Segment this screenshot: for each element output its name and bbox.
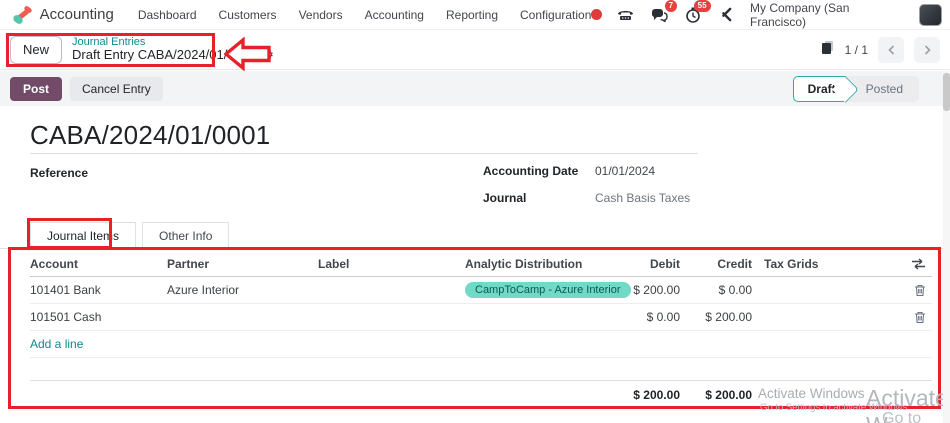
add-line-row: Add a line (30, 331, 932, 358)
cell-partner[interactable]: Azure Interior (167, 283, 318, 297)
menu-configuration[interactable]: Configuration (520, 8, 591, 22)
navbar-right: 7 55 My Company (San Francisco) (591, 0, 942, 29)
totals-row: $ 200.00 $ 200.00 (30, 381, 932, 408)
tools-icon[interactable] (717, 6, 736, 24)
messages-icon[interactable]: 7 (650, 0, 678, 24)
journal-items-table: Account Partner Label Analytic Distribut… (30, 251, 932, 408)
tab-journal-items[interactable]: Journal Items (30, 222, 137, 249)
form-button-bar: Post Cancel Entry Draft Posted (0, 71, 943, 106)
col-header-debit[interactable]: Debit (607, 257, 680, 271)
cell-debit[interactable]: $ 200.00 (607, 283, 680, 297)
table-row[interactable]: 101501 Cash $ 0.00 $ 200.00 (30, 304, 932, 331)
col-header-credit[interactable]: Credit (680, 257, 752, 271)
new-button[interactable]: New (10, 35, 63, 64)
odoo-accounting-screen: Accounting Dashboard Customers Vendors A… (0, 0, 950, 423)
activities-badge: 55 (693, 0, 711, 12)
tabs-divider (0, 248, 943, 249)
total-debit: $ 200.00 (633, 387, 680, 402)
gear-icon[interactable]: ⚙ (262, 47, 274, 63)
main-menu: Dashboard Customers Vendors Accounting R… (138, 8, 592, 22)
accounting-date-value[interactable]: 01/01/2024 (595, 164, 690, 178)
menu-reporting[interactable]: Reporting (446, 8, 498, 22)
app-name[interactable]: Accounting (40, 6, 114, 23)
add-a-line-link[interactable]: Add a line (30, 337, 167, 351)
breadcrumb-current: Draft Entry CABA/2024/01/0001 (72, 47, 257, 63)
title-divider (30, 153, 698, 154)
notebook-tabs: Journal Items Other Info (30, 222, 230, 249)
table-header-row: Account Partner Label Analytic Distribut… (30, 251, 932, 277)
cell-account[interactable]: 101501 Cash (30, 310, 167, 324)
cell-debit[interactable]: $ 0.00 (607, 310, 680, 324)
delete-row-icon[interactable] (914, 284, 926, 297)
menu-accounting[interactable]: Accounting (365, 8, 424, 22)
vertical-scrollbar[interactable] (943, 71, 950, 423)
total-credit: $ 200.00 (705, 387, 752, 402)
analytic-distribution-tag[interactable]: CampToCamp - Azure Interior (465, 282, 631, 298)
journal-value[interactable]: Cash Basis Taxes (595, 191, 690, 205)
optional-columns-icon[interactable] (911, 257, 926, 270)
status-draft[interactable]: Draft (792, 75, 846, 102)
reference-label: Reference (30, 166, 89, 180)
menu-customers[interactable]: Customers (219, 8, 277, 22)
col-header-account[interactable]: Account (30, 257, 167, 271)
col-header-label[interactable]: Label (318, 257, 465, 271)
top-navbar: Accounting Dashboard Customers Vendors A… (0, 0, 950, 30)
col-header-analytic[interactable]: Analytic Distribution (465, 257, 607, 271)
pager-zone: 1 / 1 (820, 36, 940, 63)
phone-icon[interactable] (616, 6, 635, 24)
menu-dashboard[interactable]: Dashboard (138, 8, 197, 22)
right-field-group: Accounting Date 01/01/2024 Journal Cash … (483, 164, 690, 205)
cell-account[interactable]: 101401 Bank (30, 283, 167, 297)
menu-vendors[interactable]: Vendors (299, 8, 343, 22)
activities-clock-icon[interactable]: 55 (683, 0, 711, 24)
table-spacer (30, 358, 932, 381)
cancel-entry-button[interactable]: Cancel Entry (70, 76, 163, 101)
pager-previous-button[interactable] (878, 36, 904, 63)
form-sheet: CABA/2024/01/0001 Reference Accounting D… (0, 106, 943, 423)
pager-next-button[interactable] (914, 36, 940, 63)
scrollbar-thumb[interactable] (943, 73, 950, 111)
pages-icon[interactable] (820, 39, 835, 60)
messages-badge: 7 (664, 0, 678, 12)
company-switcher[interactable]: My Company (San Francisco) (750, 1, 905, 29)
delete-row-icon[interactable] (914, 311, 926, 324)
recording-indicator-icon (591, 9, 603, 20)
cell-credit[interactable]: $ 0.00 (680, 283, 752, 297)
col-header-partner[interactable]: Partner (167, 257, 318, 271)
col-header-tax-grids[interactable]: Tax Grids (752, 257, 847, 271)
accounting-date-label: Accounting Date (483, 164, 579, 178)
status-bar: Draft Posted (792, 75, 919, 102)
breadcrumb: Journal Entries Draft Entry CABA/2024/01… (72, 36, 274, 64)
user-avatar[interactable] (918, 3, 942, 26)
app-logo-icon[interactable] (11, 4, 33, 25)
control-panel: New Journal Entries Draft Entry CABA/202… (0, 30, 950, 70)
pager-counter: 1 / 1 (844, 42, 868, 57)
post-button[interactable]: Post (10, 76, 63, 101)
table-row[interactable]: 101401 Bank Azure Interior CampToCamp - … (30, 277, 932, 304)
journal-label: Journal (483, 191, 527, 205)
document-title[interactable]: CABA/2024/01/0001 (30, 120, 270, 151)
tab-other-info[interactable]: Other Info (142, 222, 230, 249)
cell-credit[interactable]: $ 200.00 (680, 310, 752, 324)
